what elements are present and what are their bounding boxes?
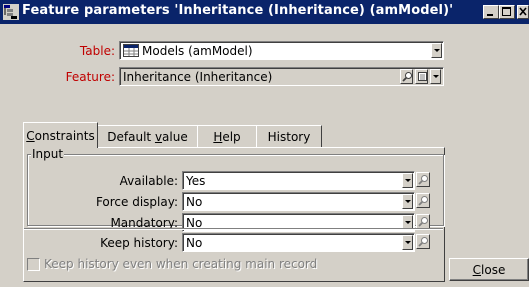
table-combobox[interactable]: Models (amModel): [119, 41, 444, 60]
mandatory-lookup-button[interactable]: [416, 214, 430, 229]
tab-default-value[interactable]: Default value: [97, 125, 198, 147]
force-display-label: Force display:: [95, 195, 178, 209]
available-combobox[interactable]: Yes: [182, 171, 415, 190]
table-grid-icon: [123, 44, 139, 57]
keep-history-main-record-checkbox[interactable]: [27, 258, 40, 271]
minimize-button[interactable]: [483, 5, 499, 19]
tab-history[interactable]: History: [256, 125, 322, 147]
feature-value: Inheritance (Inheritance): [123, 70, 273, 84]
chevron-down-icon[interactable]: [402, 235, 413, 250]
title-bar[interactable]: Feature parameters 'Inheritance (Inherit…: [0, 0, 529, 24]
minimize-icon: [487, 14, 493, 16]
force-display-combobox[interactable]: No: [182, 192, 415, 211]
tab-help-label: Help: [213, 130, 241, 144]
tab-help[interactable]: Help: [197, 125, 257, 147]
close-button[interactable]: Close: [449, 258, 529, 281]
chevron-down-icon[interactable]: [402, 194, 413, 209]
feature-label: Feature:: [65, 70, 115, 84]
close-button-label: Close: [472, 263, 506, 277]
tab-default-value-label: Default value: [107, 130, 188, 144]
tree-window-icon[interactable]: [3, 4, 19, 20]
chevron-down-icon[interactable]: [431, 43, 442, 58]
tab-history-label: History: [267, 130, 311, 144]
tab-constraints[interactable]: Constraints: [23, 122, 98, 148]
magnifier-icon: [418, 237, 428, 247]
feature-parameters-window: Feature parameters 'Inheritance (Inherit…: [0, 0, 529, 287]
input-group-title: Input: [31, 147, 65, 161]
available-value: Yes: [186, 174, 206, 188]
keep-history-value: No: [186, 236, 203, 250]
tab-constraints-label: Constraints: [26, 129, 95, 143]
keep-history-combobox[interactable]: No: [182, 233, 415, 252]
keep-history-main-record-label: Keep history even when creating main rec…: [44, 257, 318, 271]
available-label: Available:: [119, 174, 178, 188]
close-window-button[interactable]: [517, 5, 529, 19]
feature-lookup-button[interactable]: [400, 69, 413, 84]
available-lookup-button[interactable]: [416, 172, 430, 187]
magnifier-icon: [402, 72, 412, 82]
table-label: Table:: [79, 44, 115, 58]
maximize-icon: [502, 7, 511, 16]
force-display-lookup-button[interactable]: [416, 193, 430, 208]
close-icon: [519, 7, 527, 16]
magnifier-icon: [418, 175, 428, 185]
keep-history-label: Keep history:: [100, 236, 178, 250]
feature-details-button[interactable]: [415, 69, 428, 84]
keep-history-lookup-button[interactable]: [416, 234, 430, 249]
feature-field[interactable]: Inheritance (Inheritance): [119, 67, 444, 86]
window-title: Feature parameters 'Inheritance (Inherit…: [22, 3, 454, 18]
section-divider: [24, 228, 443, 230]
magnifier-icon: [418, 196, 428, 206]
maximize-button[interactable]: [499, 5, 515, 19]
magnifier-icon: [418, 217, 428, 227]
force-display-value: No: [186, 195, 203, 209]
details-icon: [418, 72, 427, 81]
chevron-down-icon[interactable]: [402, 173, 413, 188]
table-value: Models (amModel): [142, 44, 253, 58]
chevron-down-icon[interactable]: [430, 69, 441, 84]
